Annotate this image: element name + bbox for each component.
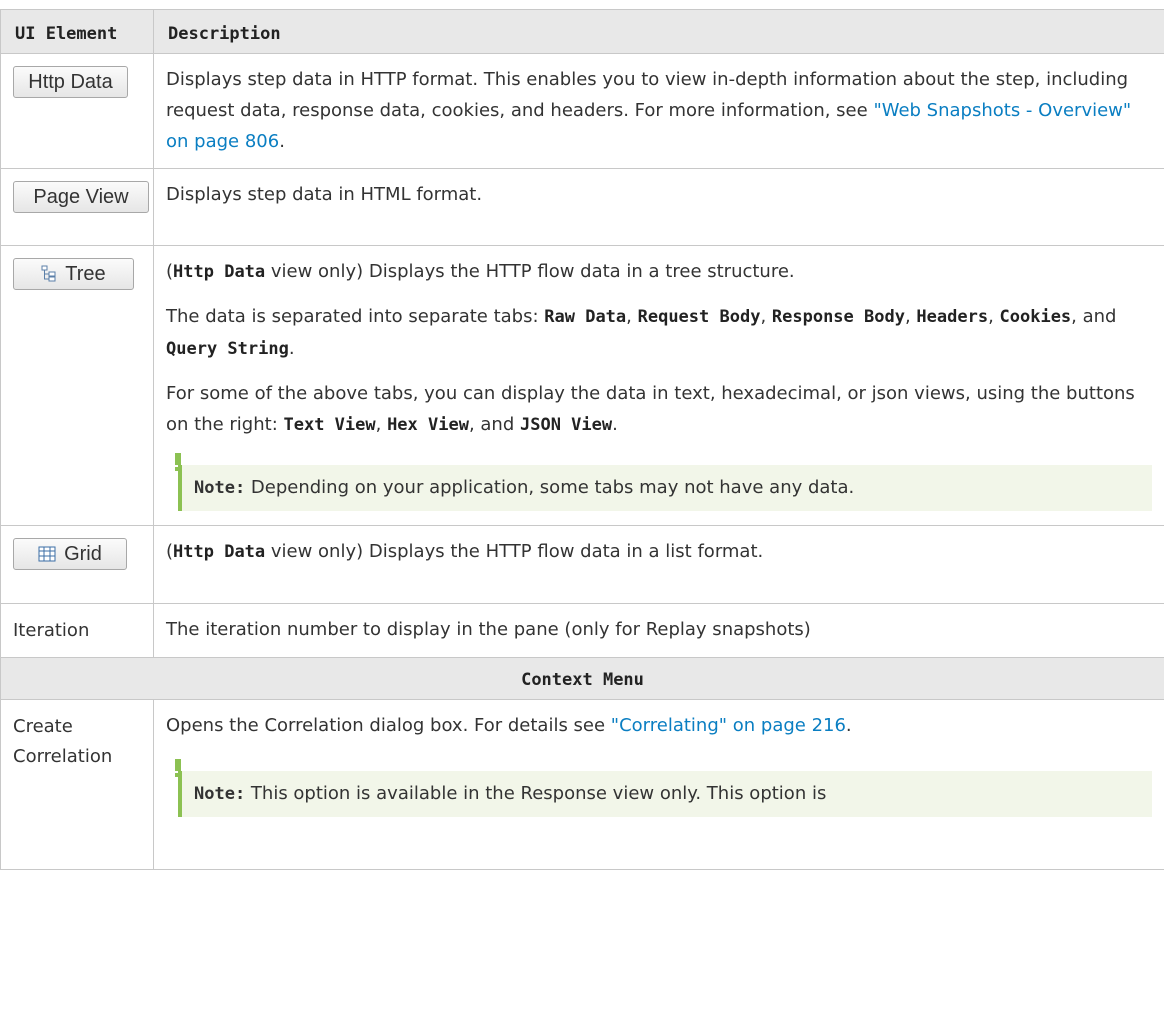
note-box: Note: This option is available in the Re… xyxy=(175,759,1152,817)
ui-element-cell: Http Data xyxy=(0,53,154,169)
grid-desc-text: view only) Displays the HTTP flow data i… xyxy=(265,541,764,562)
section-title-context-menu: Context Menu xyxy=(0,657,1164,700)
iteration-desc: The iteration number to display in the p… xyxy=(153,603,1164,658)
page-view-button[interactable]: Page View xyxy=(13,181,149,213)
label-line2: Correlation xyxy=(13,746,113,767)
ui-element-iteration: Iteration xyxy=(0,603,154,658)
tab-response-body: Response Body xyxy=(771,307,905,327)
description-cell: Opens the Correlation dialog box. For de… xyxy=(153,699,1164,870)
tabs-intro: The data is separated into separate tabs… xyxy=(166,306,545,327)
note-label: Note: xyxy=(194,478,246,498)
open-paren: ( xyxy=(166,261,174,282)
grid-button[interactable]: Grid xyxy=(13,538,127,570)
grid-icon xyxy=(38,546,56,562)
ui-element-cell: Page View xyxy=(0,168,154,246)
grid-button-label: Grid xyxy=(64,542,102,565)
page-view-button-label: Page View xyxy=(33,185,129,208)
note-text: This option is available in the Response… xyxy=(245,783,827,804)
tab-request-body: Request Body xyxy=(637,307,761,327)
exclamation-icon xyxy=(175,759,181,777)
note-label: Note: xyxy=(194,784,246,804)
page-view-desc: Displays step data in HTML format. xyxy=(166,184,483,205)
text-view-bold: Text View xyxy=(283,415,376,435)
sep: , xyxy=(904,306,917,327)
sep: , xyxy=(760,306,772,327)
ui-elements-table: UI Element Description Http Data Display… xyxy=(0,9,1164,870)
table-row: Grid (Http Data view only) Displays the … xyxy=(0,525,1164,604)
tree-button[interactable]: Tree xyxy=(13,258,134,290)
ui-element-create-correlation: Create Correlation xyxy=(0,699,154,870)
description-cell: (Http Data view only) Displays the HTTP … xyxy=(153,245,1164,526)
note-box: Note: Depending on your application, som… xyxy=(175,453,1152,511)
tab-headers: Headers xyxy=(916,307,989,327)
label-line1: Create xyxy=(13,716,73,737)
correlation-desc: Opens the Correlation dialog box. For de… xyxy=(166,715,611,736)
sep: , xyxy=(375,414,388,435)
tree-desc-p2: The data is separated into separate tabs… xyxy=(166,301,1152,365)
table-header-row: UI Element Description xyxy=(0,9,1164,54)
section-row: Context Menu xyxy=(0,657,1164,700)
table-row: Http Data Displays step data in HTTP for… xyxy=(0,53,1164,169)
sep: , xyxy=(626,306,638,327)
header-description: Description xyxy=(153,9,1164,54)
http-data-bold: Http Data xyxy=(173,262,266,282)
correlating-link[interactable]: "Correlating" on page 216 xyxy=(611,715,846,736)
tree-desc-text: view only) Displays the HTTP flow data i… xyxy=(265,261,795,282)
tree-icon xyxy=(41,265,57,283)
hex-view-bold: Hex View xyxy=(387,415,469,435)
tab-cookies: Cookies xyxy=(999,307,1072,327)
http-data-button-label: Http Data xyxy=(28,70,113,93)
period: . xyxy=(612,414,618,435)
tree-desc-p1: (Http Data view only) Displays the HTTP … xyxy=(166,256,1152,288)
ui-element-cell: Grid xyxy=(0,525,154,604)
header-ui-element: UI Element xyxy=(0,9,154,54)
http-data-bold: Http Data xyxy=(173,542,266,562)
sep: , and xyxy=(1071,306,1117,327)
tab-query-string: Query String xyxy=(166,339,289,359)
table-row: Iteration The iteration number to displa… xyxy=(0,603,1164,658)
description-cell: Displays step data in HTML format. xyxy=(153,168,1164,246)
json-view-bold: JSON View xyxy=(519,415,613,435)
sep: , and xyxy=(468,414,520,435)
period: . xyxy=(845,715,852,736)
table-row: Page View Displays step data in HTML for… xyxy=(0,168,1164,246)
http-data-button[interactable]: Http Data xyxy=(13,66,128,98)
tree-desc-p3: For some of the above tabs, you can disp… xyxy=(166,378,1152,441)
tree-button-label: Tree xyxy=(65,262,106,285)
sep: , xyxy=(988,306,1000,327)
description-cell: Displays step data in HTTP format. This … xyxy=(153,53,1164,169)
table-row: Create Correlation Opens the Correlation… xyxy=(0,699,1164,870)
description-cell: (Http Data view only) Displays the HTTP … xyxy=(153,525,1164,604)
period: . xyxy=(288,338,295,359)
exclamation-icon xyxy=(175,453,181,471)
tab-raw-data: Raw Data xyxy=(544,307,627,327)
table-row: Tree (Http Data view only) Displays the … xyxy=(0,245,1164,526)
ui-element-cell: Tree xyxy=(0,245,154,526)
open-paren: ( xyxy=(166,541,174,562)
note-text: Depending on your application, some tabs… xyxy=(245,477,855,498)
period: . xyxy=(279,131,285,152)
